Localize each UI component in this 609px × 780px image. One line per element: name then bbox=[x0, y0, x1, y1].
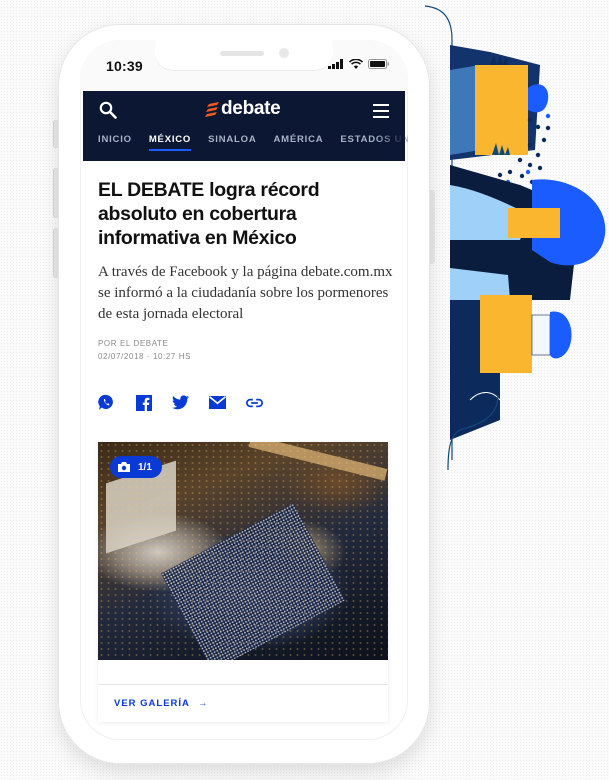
nav-item-sinaloa[interactable]: SINALOA bbox=[208, 134, 256, 145]
article: EL DEBATE logra récord absoluto en cober… bbox=[98, 178, 398, 363]
hamburger-menu-icon[interactable] bbox=[373, 104, 389, 123]
article-date: 02/07/2018 · 10:27 HS bbox=[98, 352, 192, 361]
camera-icon bbox=[118, 462, 130, 472]
photo-counter: 1/1 bbox=[138, 461, 152, 473]
twitter-icon[interactable] bbox=[172, 394, 189, 411]
signal-icon bbox=[328, 59, 343, 69]
article-headline: EL DEBATE logra récord absoluto en cober… bbox=[98, 179, 320, 249]
logo-mark-icon bbox=[205, 102, 219, 117]
status-bar: 10:39 bbox=[80, 40, 408, 90]
article-summary: A través de Facebook y la página debate.… bbox=[98, 264, 393, 322]
link-icon[interactable] bbox=[246, 394, 263, 411]
app-header: debate INICIO MÉXICO SINALOA AMÉRICA EST… bbox=[83, 91, 408, 161]
view-gallery-link[interactable]: VER GALERÍA → bbox=[114, 698, 208, 709]
decorative-illustration bbox=[424, 5, 606, 470]
status-time: 10:39 bbox=[106, 58, 143, 74]
section-nav: INICIO MÉXICO SINALOA AMÉRICA ESTADOS UN… bbox=[98, 134, 408, 151]
battery-icon bbox=[368, 59, 389, 69]
wifi-icon bbox=[349, 59, 363, 69]
arrow-right-icon: → bbox=[197, 698, 209, 709]
view-gallery-label: VER GALERÍA bbox=[114, 698, 190, 709]
facebook-icon[interactable] bbox=[135, 394, 152, 411]
gallery-card: 1/1 VER GALERÍA → bbox=[98, 442, 388, 722]
search-icon[interactable] bbox=[99, 101, 117, 124]
nav-item-inicio[interactable]: INICIO bbox=[98, 134, 132, 145]
debate-logo[interactable]: debate bbox=[205, 98, 281, 120]
status-icons bbox=[328, 59, 390, 69]
card-divider bbox=[98, 684, 388, 685]
nav-item-america[interactable]: AMÉRICA bbox=[273, 134, 323, 145]
article-byline: POR EL DEBATE 02/07/2018 · 10:27 HS bbox=[98, 337, 398, 363]
photo-counter-badge: 1/1 bbox=[110, 456, 162, 478]
speaker-grille bbox=[220, 51, 264, 56]
nav-item-mexico[interactable]: MÉXICO bbox=[148, 134, 192, 151]
whatsapp-icon[interactable] bbox=[98, 394, 115, 411]
email-icon[interactable] bbox=[209, 394, 226, 411]
share-bar bbox=[98, 394, 263, 411]
phone-screen: 10:39 debate INICIO MÉXICO SINALOA AMÉRI… bbox=[80, 40, 408, 740]
gallery-photo[interactable]: 1/1 bbox=[98, 442, 388, 660]
logo-text: debate bbox=[221, 98, 281, 119]
article-author: POR EL DEBATE bbox=[98, 339, 169, 348]
nav-scroll-fade bbox=[375, 131, 405, 149]
front-camera bbox=[279, 48, 289, 58]
